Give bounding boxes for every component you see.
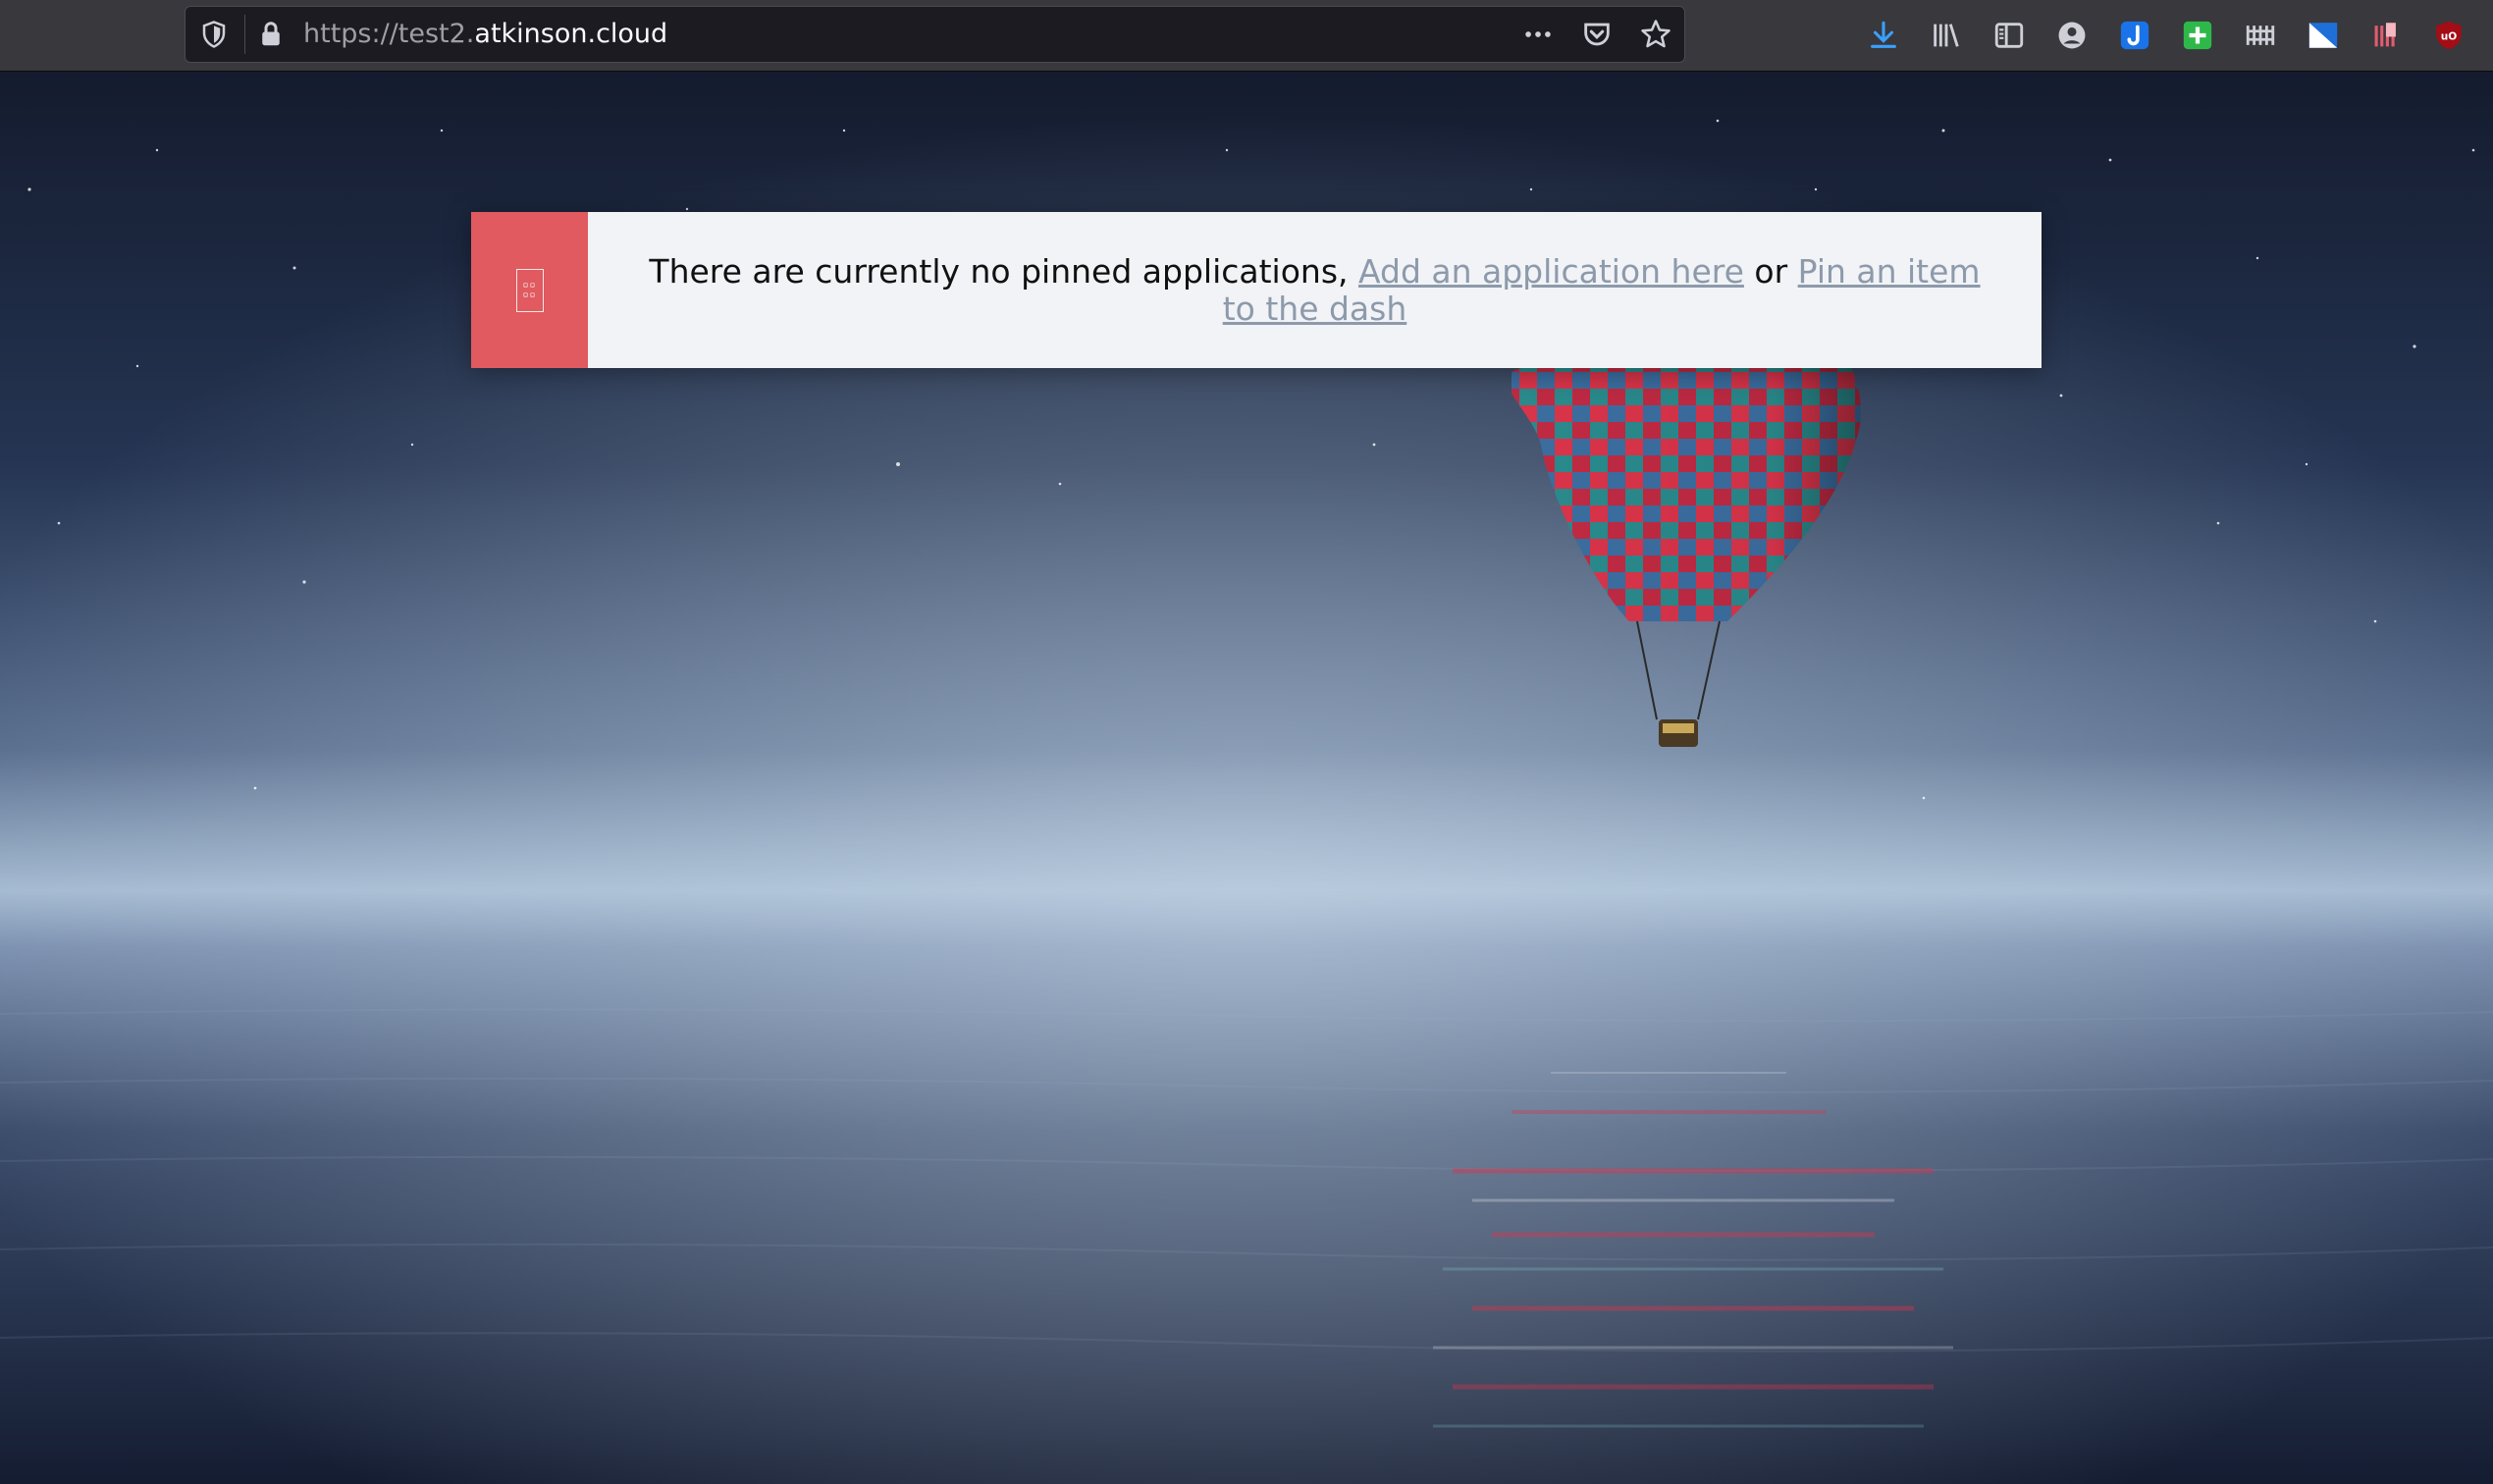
plus-extension-icon[interactable] bbox=[2179, 17, 2216, 54]
bookmark-star-icon[interactable] bbox=[1637, 16, 1674, 53]
download-icon[interactable] bbox=[1865, 17, 1902, 54]
svg-text:uO: uO bbox=[2441, 29, 2458, 42]
url-actions bbox=[1519, 7, 1674, 62]
sidebar-icon[interactable] bbox=[1990, 17, 2028, 54]
notice-body: There are currently no pinned applicatio… bbox=[588, 212, 2042, 368]
ublock-icon[interactable]: uO bbox=[2430, 17, 2467, 54]
notice-badge: ▫▫ ▫▫ bbox=[471, 212, 588, 368]
url-subdomain: test2. bbox=[398, 19, 475, 49]
url-protocol: https:// bbox=[303, 19, 398, 49]
flag-extension-icon[interactable] bbox=[2305, 17, 2342, 54]
no-pinned-apps-notice: ▫▫ ▫▫ There are currently no pinned appli… bbox=[471, 212, 2042, 368]
url-domain: atkinson.cloud bbox=[474, 19, 668, 49]
bookmark-extension-icon[interactable] bbox=[2367, 17, 2405, 54]
browser-toolbar: https://test2.atkinson.cloud uO bbox=[0, 0, 2493, 72]
url-bar[interactable]: https://test2.atkinson.cloud bbox=[185, 6, 1685, 63]
url-text[interactable]: https://test2.atkinson.cloud bbox=[303, 7, 667, 62]
add-application-link[interactable]: Add an application here bbox=[1358, 252, 1744, 291]
more-actions-icon[interactable] bbox=[1519, 16, 1557, 53]
account-icon[interactable] bbox=[2053, 17, 2091, 54]
url-divider bbox=[244, 15, 245, 54]
toolbar-icons: uO bbox=[1865, 14, 2467, 57]
bar-extension-icon[interactable] bbox=[2242, 17, 2279, 54]
lock-icon[interactable] bbox=[256, 20, 286, 49]
library-icon[interactable] bbox=[1928, 17, 1965, 54]
notice-message: There are currently no pinned applicatio… bbox=[647, 251, 1983, 328]
app-grid-icon: ▫▫ ▫▫ bbox=[515, 268, 544, 312]
joplin-extension-icon[interactable] bbox=[2116, 17, 2153, 54]
pocket-icon[interactable] bbox=[1578, 16, 1616, 53]
tracking-protection-shield-icon[interactable] bbox=[199, 20, 229, 49]
notice-message-text: There are currently no pinned applicatio… bbox=[649, 251, 1358, 291]
notice-connector-text: or bbox=[1743, 251, 1798, 291]
